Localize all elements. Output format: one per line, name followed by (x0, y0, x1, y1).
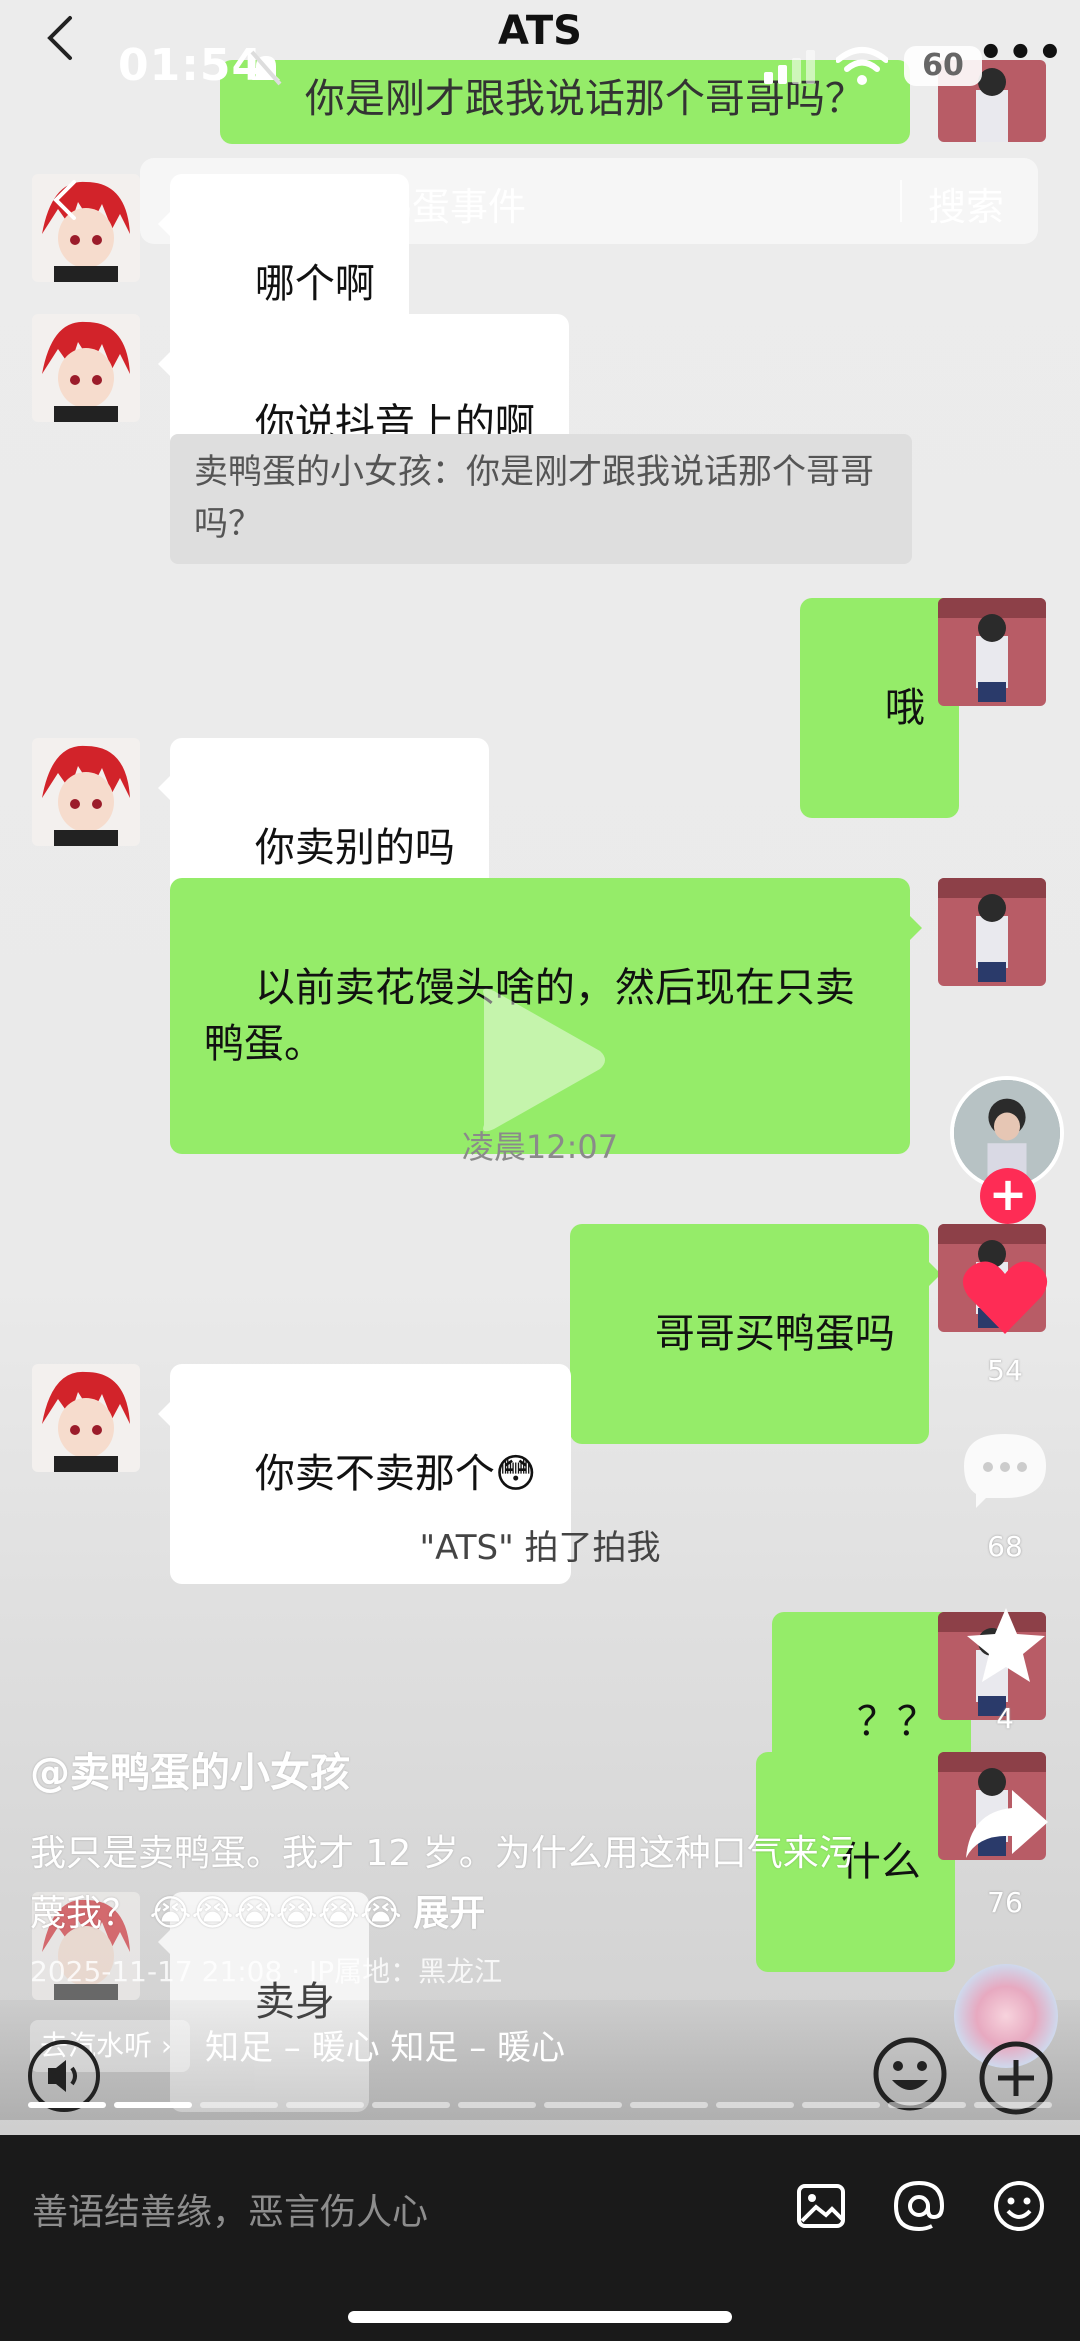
chat-bubble[interactable]: 哥哥买鸭蛋吗 (570, 1224, 941, 1444)
comment-icon[interactable] (962, 1430, 1048, 1510)
search-bar[interactable]: 小女孩卖鸭蛋事件 搜索 (140, 158, 1038, 244)
progress-segment (28, 2102, 106, 2108)
progress-segment (888, 2102, 966, 2108)
quote-text: 卖鸭蛋的小女孩：你是刚才跟我说话那个哥哥吗？ (194, 452, 874, 544)
chat-area: 你是刚才跟我说话那个哥哥吗？ 哪个啊 你说抖音上的啊 卖鸭蛋的小女孩：你是刚才跟… (0, 0, 1080, 2135)
favorite-count: 4 (996, 1702, 1014, 1735)
share-icon[interactable] (964, 1786, 1050, 1862)
comment-count: 68 (987, 1530, 1023, 1563)
search-icon (175, 185, 207, 217)
avatar-ats[interactable] (32, 314, 140, 422)
message-text: 你卖不卖那个😳 (254, 1451, 537, 1497)
heart-icon[interactable] (960, 1258, 1050, 1338)
back-icon[interactable] (52, 178, 78, 222)
emoji-icon[interactable] (992, 2179, 1046, 2233)
video-description[interactable]: 我只是卖鸭蛋。我才 12 岁。为什么用这种口气来污蔑我？ 😭😭😭😭😭😭 展开 (30, 1824, 860, 1944)
star-icon[interactable] (964, 1606, 1048, 1686)
avatar-me[interactable] (938, 598, 1046, 706)
comment-input[interactable]: 善语结善缘，恶言伤人心 (32, 2183, 428, 2235)
share-count: 76 (987, 1886, 1023, 1919)
progress-segment (974, 2102, 1052, 2108)
progress-segment (458, 2102, 536, 2108)
music-title[interactable]: 知足 – 暖心 知足 – 暖心 (205, 2020, 565, 2069)
chat-timestamp: 凌晨12:07 (461, 1128, 619, 1166)
progress-segment (630, 2102, 708, 2108)
at-icon[interactable] (892, 2179, 946, 2233)
avatar-ats[interactable] (32, 1364, 140, 1472)
search-input[interactable]: 小女孩卖鸭蛋事件 (222, 176, 526, 231)
chat-bubble[interactable]: 哦 (800, 598, 971, 818)
signal-icon (764, 50, 815, 84)
clock: 01:54 (118, 40, 264, 91)
avatar-me[interactable] (938, 878, 1046, 986)
video-author[interactable]: @卖鸭蛋的小女孩 (30, 1740, 350, 1798)
video-progress[interactable] (28, 2102, 1052, 2108)
battery-icon: 60 (904, 46, 982, 86)
progress-segment (716, 2102, 794, 2108)
video-meta: 2025-11-17 21:08 · IP属地：黑龙江 (30, 1955, 503, 1988)
status-bar: 01:54 60 (0, 40, 1080, 110)
progress-segment (802, 2102, 880, 2108)
progress-segment (372, 2102, 450, 2108)
progress-segment (200, 2102, 278, 2108)
message-text: 哥哥买鸭蛋吗 (654, 1311, 895, 1357)
expand-button[interactable]: 展开 (413, 1893, 485, 1934)
play-icon[interactable] (470, 985, 610, 1135)
follow-plus-icon[interactable]: + (980, 1168, 1036, 1224)
progress-segment (286, 2102, 364, 2108)
progress-segment (114, 2102, 192, 2108)
bell-mute-icon (250, 50, 282, 86)
battery-level: 60 (922, 48, 964, 83)
avatar-ats[interactable] (32, 738, 140, 846)
quoted-message[interactable]: 卖鸭蛋的小女孩：你是刚才跟我说话那个哥哥吗？ (170, 434, 912, 564)
message-text: 你卖别的吗 (254, 825, 455, 871)
search-button[interactable]: 搜索 (928, 176, 1004, 231)
message-text: 哪个啊 (254, 261, 375, 307)
like-count: 54 (987, 1354, 1023, 1387)
pat-notice: "ATS" 拍了拍我 (419, 1528, 661, 1568)
divider (900, 180, 902, 222)
avatar-ats[interactable] (32, 174, 140, 282)
home-indicator (348, 2311, 732, 2323)
progress-segment (544, 2102, 622, 2108)
image-icon[interactable] (796, 2181, 846, 2231)
comment-bar: 善语结善缘，恶言伤人心 (0, 2135, 1080, 2341)
wifi-icon (836, 47, 888, 85)
message-text: 哦 (884, 685, 925, 731)
message-text: ？？ (856, 1699, 937, 1745)
